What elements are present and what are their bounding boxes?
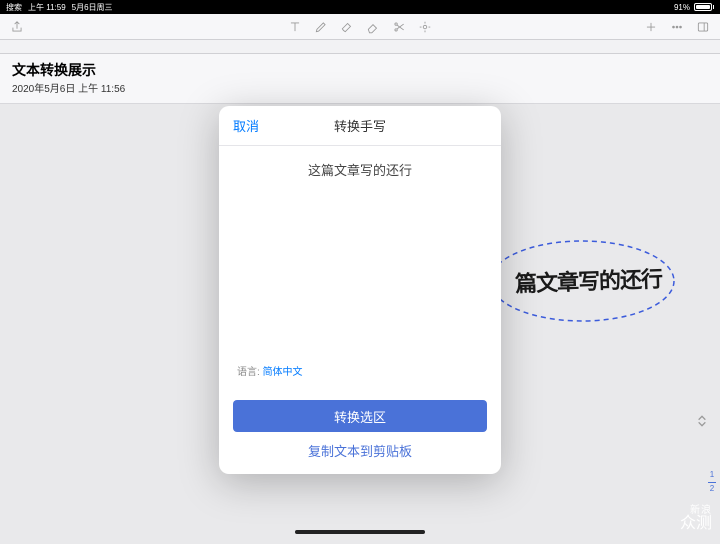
more-icon[interactable]	[670, 20, 684, 34]
sidebar-icon[interactable]	[696, 20, 710, 34]
modal-title: 转换手写	[334, 116, 386, 135]
status-date: 5月6日周三	[72, 2, 113, 13]
language-row[interactable]: 语言: 简体中文	[237, 363, 483, 386]
watermark-line2: 众测	[680, 516, 712, 532]
page-indicator[interactable]: 1 2	[708, 470, 716, 494]
status-bar: 搜索 上午 11:59 5月6日周三 91%	[0, 0, 720, 14]
add-icon[interactable]	[644, 20, 658, 34]
copy-to-clipboard-button[interactable]: 复制文本到剪贴板	[233, 440, 487, 460]
note-title: 文本转换展示	[12, 60, 708, 80]
ruler-bar	[0, 40, 720, 54]
handwritten-text: 篇文章写的还行	[514, 261, 662, 298]
cancel-button[interactable]: 取消	[233, 116, 259, 135]
note-date: 2020年5月6日 上午 11:56	[12, 80, 708, 95]
lang-label: 语言:	[237, 367, 260, 378]
shape-icon[interactable]	[418, 20, 432, 34]
scissors-icon[interactable]	[392, 20, 406, 34]
app-toolbar	[0, 14, 720, 40]
home-indicator[interactable]	[295, 530, 425, 534]
share-icon[interactable]	[10, 20, 24, 34]
page-total: 2	[708, 484, 716, 494]
expand-icon[interactable]	[694, 413, 710, 434]
status-time: 上午 11:59	[28, 2, 66, 13]
battery-percent: 91%	[674, 3, 690, 12]
status-search: 搜索	[6, 2, 22, 13]
watermark: 新浪 众测	[680, 506, 712, 532]
modal-header: 取消 转换手写	[219, 106, 501, 146]
converted-text: 这篇文章写的还行	[237, 160, 483, 179]
handwriting-selection[interactable]: 篇文章写的还行	[485, 234, 680, 329]
pen-tool-icon[interactable]	[314, 20, 328, 34]
text-tool-icon[interactable]	[288, 20, 302, 34]
eraser-icon[interactable]	[366, 20, 380, 34]
convert-handwriting-modal: 取消 转换手写 这篇文章写的还行 语言: 简体中文 转换选区 复制文本到剪贴板	[219, 106, 501, 474]
modal-footer: 转换选区 复制文本到剪贴板	[219, 392, 501, 474]
lang-value[interactable]: 简体中文	[263, 367, 303, 378]
note-header: 文本转换展示 2020年5月6日 上午 11:56	[0, 54, 720, 104]
highlighter-icon[interactable]	[340, 20, 354, 34]
page-current: 1	[708, 470, 716, 480]
modal-body: 这篇文章写的还行 语言: 简体中文	[219, 146, 501, 392]
battery-icon	[694, 3, 714, 11]
convert-selection-button[interactable]: 转换选区	[233, 400, 487, 432]
